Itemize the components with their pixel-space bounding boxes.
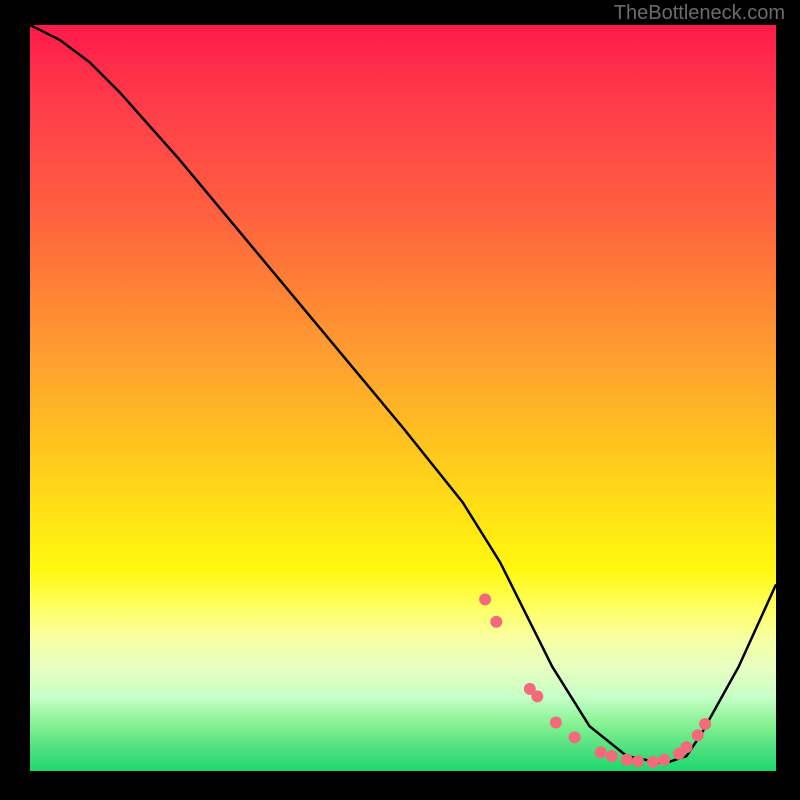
- marker-point: [479, 593, 491, 605]
- chart-container: TheBottleneck.com: [0, 0, 800, 800]
- marker-point: [621, 754, 633, 766]
- curve-line: [30, 25, 776, 764]
- marker-point: [490, 616, 502, 628]
- chart-svg: [30, 25, 776, 771]
- marker-point: [606, 750, 618, 762]
- marker-point: [632, 755, 644, 767]
- marker-point: [681, 741, 693, 753]
- marker-point: [595, 746, 607, 758]
- marker-point: [550, 717, 562, 729]
- marker-point: [658, 754, 670, 766]
- marker-point: [647, 756, 659, 768]
- marker-group: [479, 593, 711, 768]
- marker-point: [692, 729, 704, 741]
- marker-point: [531, 690, 543, 702]
- plot-area: [30, 25, 776, 771]
- attribution-text: TheBottleneck.com: [614, 2, 785, 25]
- marker-point: [569, 731, 581, 743]
- marker-point: [699, 718, 711, 730]
